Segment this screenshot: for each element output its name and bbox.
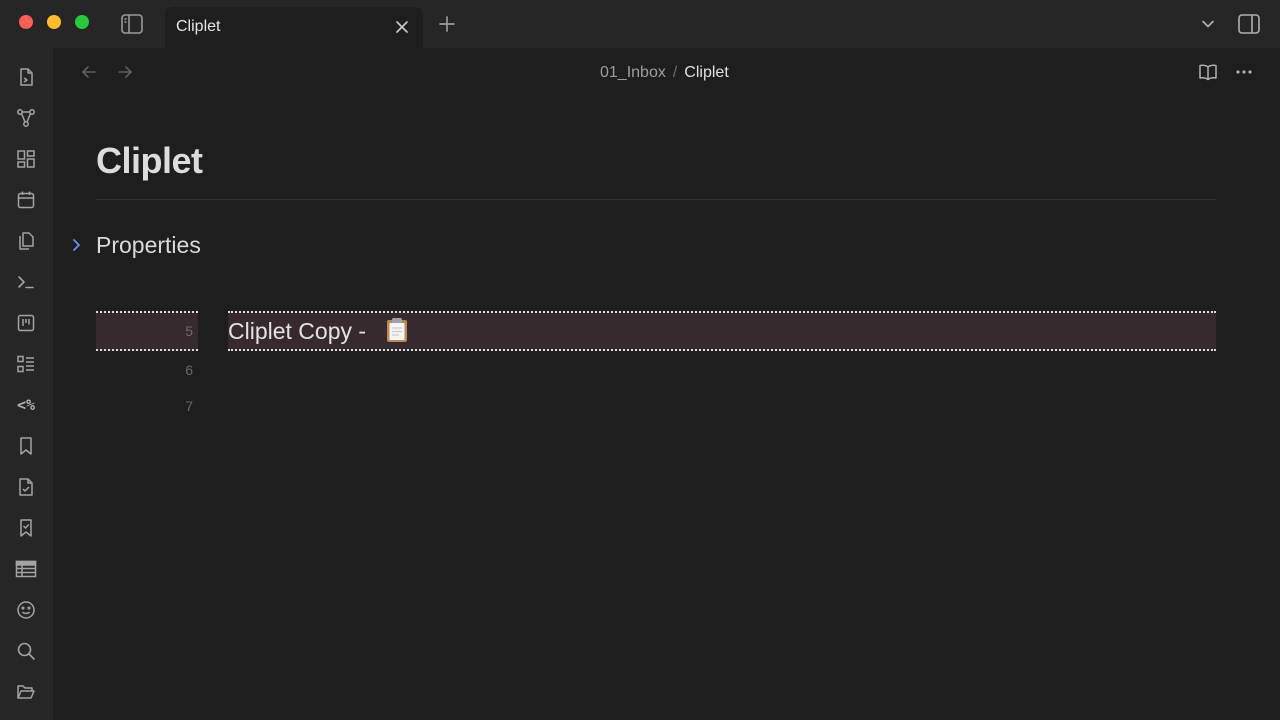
reading-view-icon[interactable]: [1196, 60, 1220, 84]
app-window: Cliplet <% 01_Inbox / Cliplet Cliplet Pr…: [0, 0, 1280, 720]
emoji-icon[interactable]: [13, 597, 39, 623]
canvas-icon[interactable]: [13, 146, 39, 172]
line-number: 6: [185, 362, 193, 378]
tab-title: Cliplet: [176, 18, 221, 35]
tasks-file-icon[interactable]: [13, 474, 39, 500]
clipboard-emoji-icon: [385, 317, 409, 343]
right-sidebar-toggle-icon[interactable]: [1235, 10, 1263, 38]
close-window-button[interactable]: [19, 15, 33, 29]
left-ribbon: <%: [0, 48, 53, 720]
breadcrumb-separator: /: [672, 64, 678, 81]
navigate-forward-icon[interactable]: [113, 60, 137, 84]
open-quick-switcher-icon[interactable]: [13, 64, 39, 90]
table-icon[interactable]: [13, 556, 39, 582]
templater-icon[interactable]: <%: [13, 392, 39, 418]
checklist-icon[interactable]: [13, 351, 39, 377]
title-bar: Cliplet: [0, 0, 1280, 48]
folder-open-icon[interactable]: [13, 679, 39, 705]
terminal-icon[interactable]: [13, 269, 39, 295]
new-tab-icon[interactable]: [434, 11, 460, 37]
templater-label: <%: [16, 396, 36, 414]
editor-line-text[interactable]: Cliplet Copy -: [228, 318, 366, 345]
bookmark-icon[interactable]: [13, 433, 39, 459]
active-line-highlight: [228, 311, 1216, 351]
bookmark-check-icon[interactable]: [13, 515, 39, 541]
properties-heading[interactable]: Properties: [96, 232, 201, 259]
copy-files-icon[interactable]: [13, 228, 39, 254]
more-options-icon[interactable]: [1232, 60, 1256, 84]
breadcrumb-folder[interactable]: 01_Inbox: [600, 64, 666, 81]
breadcrumb-file[interactable]: Cliplet: [684, 64, 728, 81]
graph-view-icon[interactable]: [13, 105, 39, 131]
chevron-down-icon[interactable]: [1195, 11, 1221, 37]
chevron-right-icon[interactable]: [67, 234, 87, 256]
note-title[interactable]: Cliplet: [96, 140, 203, 182]
line-number: 7: [185, 398, 193, 414]
calendar-icon[interactable]: [13, 187, 39, 213]
breadcrumb: 01_Inbox / Cliplet: [600, 64, 729, 82]
editor-view: 01_Inbox / Cliplet Cliplet Properties 5 6 …: [53, 48, 1280, 720]
line-number: 5: [185, 323, 193, 339]
tab-cliplet[interactable]: Cliplet: [165, 7, 423, 48]
minimize-window-button[interactable]: [47, 15, 61, 29]
left-sidebar-toggle-icon[interactable]: [118, 10, 146, 38]
search-icon[interactable]: [13, 638, 39, 664]
kanban-icon[interactable]: [13, 310, 39, 336]
title-divider: [96, 199, 1216, 200]
close-tab-icon[interactable]: [390, 15, 414, 39]
maximize-window-button[interactable]: [75, 15, 89, 29]
navigate-back-icon[interactable]: [77, 60, 101, 84]
